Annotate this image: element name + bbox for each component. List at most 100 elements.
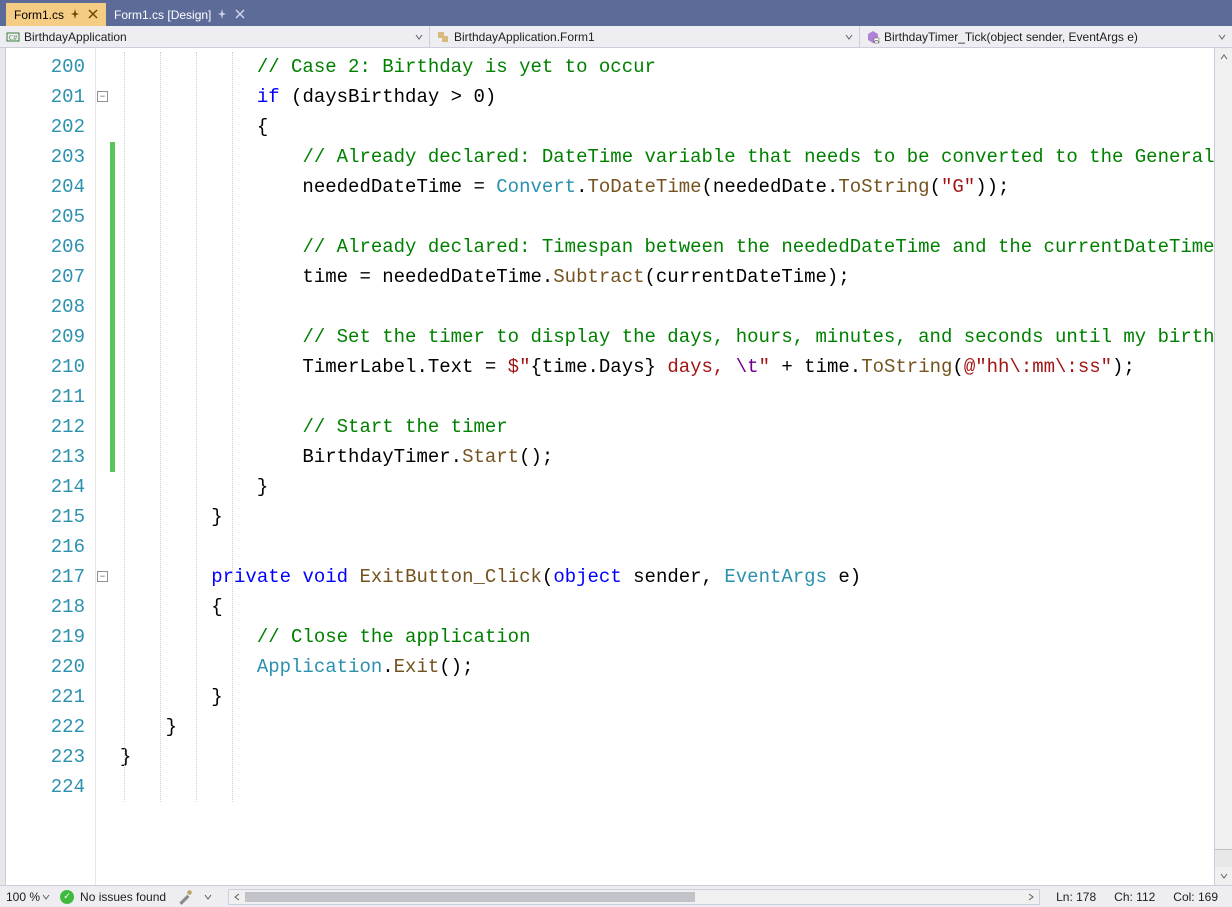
error-health-indicator[interactable]: ✓ No issues found	[60, 890, 166, 904]
line-number: 221	[6, 682, 95, 712]
code-line[interactable]: // Already declared: DateTime variable t…	[116, 142, 1214, 172]
status-bar: 100 % ✓ No issues found Ln: 178 Ch: 112 …	[0, 885, 1232, 907]
line-number: 223	[6, 742, 95, 772]
indent-guide	[124, 52, 125, 802]
namespace-dropdown[interactable]: C# BirthdayApplication	[0, 26, 430, 47]
code-line[interactable]: }	[116, 502, 1214, 532]
code-line[interactable]	[116, 532, 1214, 562]
screwdriver-icon[interactable]	[176, 889, 194, 905]
outlining-margin[interactable]: −−	[96, 48, 110, 885]
chevron-down-icon	[1218, 30, 1226, 44]
chevron-down-icon	[845, 30, 853, 44]
svg-text:C#: C#	[9, 34, 18, 42]
code-line[interactable]: BirthdayTimer.Start();	[116, 442, 1214, 472]
line-number: 209	[6, 322, 95, 352]
chevron-down-icon[interactable]	[204, 890, 212, 904]
code-line[interactable]: }	[116, 682, 1214, 712]
line-number: 203	[6, 142, 95, 172]
splitter-grip[interactable]	[1215, 849, 1232, 867]
line-number: 200	[6, 52, 95, 82]
member-dropdown[interactable]: BirthdayTimer_Tick(object sender, EventA…	[860, 26, 1232, 47]
fold-toggle[interactable]: −	[97, 91, 108, 102]
code-line[interactable]	[116, 292, 1214, 322]
line-number: 215	[6, 502, 95, 532]
code-line[interactable]: // Close the application	[116, 622, 1214, 652]
class-icon	[436, 30, 450, 44]
code-line[interactable]	[116, 772, 1214, 802]
code-line[interactable]	[116, 382, 1214, 412]
fold-toggle[interactable]: −	[97, 571, 108, 582]
member-label: BirthdayTimer_Tick(object sender, EventA…	[884, 30, 1138, 44]
scroll-left-arrow[interactable]	[229, 890, 245, 904]
line-number: 205	[6, 202, 95, 232]
check-icon: ✓	[60, 890, 74, 904]
horizontal-scrollbar[interactable]	[228, 889, 1040, 905]
class-label: BirthdayApplication.Form1	[454, 30, 595, 44]
navigation-bar: C# BirthdayApplication BirthdayApplicati…	[0, 26, 1232, 48]
code-line[interactable]: time = neededDateTime.Subtract(currentDa…	[116, 262, 1214, 292]
chevron-down-icon	[42, 890, 50, 904]
code-line[interactable]: // Already declared: Timespan between th…	[116, 232, 1214, 262]
code-line[interactable]: }	[116, 472, 1214, 502]
close-icon[interactable]	[235, 8, 245, 22]
line-number: 219	[6, 622, 95, 652]
scroll-down-arrow[interactable]	[1215, 867, 1232, 885]
line-number: 218	[6, 592, 95, 622]
line-number: 210	[6, 352, 95, 382]
chevron-down-icon	[415, 30, 423, 44]
line-number: 207	[6, 262, 95, 292]
line-number: 211	[6, 382, 95, 412]
line-number: 217	[6, 562, 95, 592]
line-number: 213	[6, 442, 95, 472]
namespace-label: BirthdayApplication	[24, 30, 127, 44]
class-dropdown[interactable]: BirthdayApplication.Form1	[430, 26, 860, 47]
code-line[interactable]: Application.Exit();	[116, 652, 1214, 682]
code-line[interactable]: if (daysBirthday > 0)	[116, 82, 1214, 112]
col-indicator[interactable]: Col: 169	[1173, 890, 1218, 904]
line-number-gutter: 2002012022032042052062072082092102112122…	[6, 48, 96, 885]
pin-icon[interactable]	[217, 8, 227, 22]
scroll-right-arrow[interactable]	[1023, 890, 1039, 904]
code-line[interactable]: {	[116, 592, 1214, 622]
tab-form1-design[interactable]: Form1.cs [Design]	[106, 3, 253, 26]
line-number: 202	[6, 112, 95, 142]
code-line[interactable]: }	[116, 712, 1214, 742]
zoom-dropdown[interactable]: 100 %	[6, 890, 50, 904]
char-indicator[interactable]: Ch: 112	[1114, 890, 1155, 904]
pin-icon[interactable]	[70, 8, 80, 22]
change-mark	[110, 142, 115, 472]
code-line[interactable]: neededDateTime = Convert.ToDateTime(need…	[116, 172, 1214, 202]
code-line[interactable]: private void ExitButton_Click(object sen…	[116, 562, 1214, 592]
vertical-scrollbar[interactable]	[1214, 48, 1232, 885]
line-number: 222	[6, 712, 95, 742]
tab-label: Form1.cs [Design]	[114, 8, 211, 22]
method-icon	[866, 30, 880, 44]
code-line[interactable]: {	[116, 112, 1214, 142]
health-text: No issues found	[80, 890, 166, 904]
code-line[interactable]: TimerLabel.Text = $"{time.Days} days, \t…	[116, 352, 1214, 382]
indent-guide	[196, 52, 197, 802]
tab-label: Form1.cs	[14, 8, 64, 22]
code-area[interactable]: // Case 2: Birthday is yet to occur if (…	[116, 48, 1214, 885]
code-line[interactable]: // Case 2: Birthday is yet to occur	[116, 52, 1214, 82]
line-number: 220	[6, 652, 95, 682]
close-icon[interactable]	[88, 8, 98, 22]
code-line[interactable]	[116, 202, 1214, 232]
tab-form1-cs[interactable]: Form1.cs	[6, 3, 106, 26]
code-line[interactable]: }	[116, 742, 1214, 772]
line-indicator[interactable]: Ln: 178	[1056, 890, 1096, 904]
line-number: 208	[6, 292, 95, 322]
code-line[interactable]: // Start the timer	[116, 412, 1214, 442]
line-number: 201	[6, 82, 95, 112]
line-number: 212	[6, 412, 95, 442]
csharp-icon: C#	[6, 30, 20, 44]
line-number: 224	[6, 772, 95, 802]
scroll-up-arrow[interactable]	[1215, 48, 1232, 66]
indent-guide	[232, 52, 233, 802]
code-line[interactable]: // Set the timer to display the days, ho…	[116, 322, 1214, 352]
indent-guide	[160, 52, 161, 802]
scroll-track[interactable]	[1215, 66, 1232, 849]
scroll-thumb[interactable]	[245, 892, 695, 902]
zoom-value: 100 %	[6, 890, 40, 904]
line-number: 204	[6, 172, 95, 202]
